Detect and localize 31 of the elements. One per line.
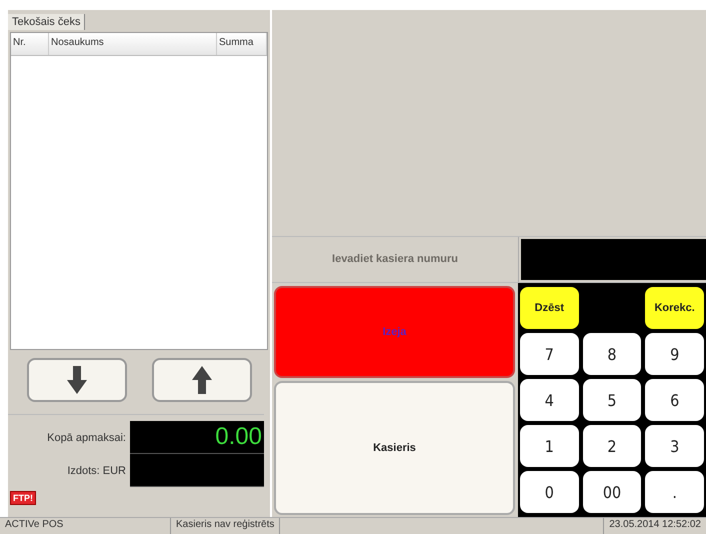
total-display: 0.00	[130, 421, 264, 454]
status-badge: FTP!	[10, 491, 36, 505]
number-key[interactable]: 2	[582, 425, 642, 467]
number-key[interactable]: 8	[582, 333, 642, 375]
status-text: ACTIVe POS	[0, 518, 171, 534]
number-key[interactable]: 3	[645, 425, 704, 467]
cashier-button[interactable]: Kasieris	[274, 381, 515, 515]
status-text: 23.05.2014 12:52:02	[603, 518, 706, 534]
status-text: Kasieris nav reģistrēts	[171, 518, 280, 534]
number-key[interactable]: 9	[645, 333, 704, 375]
number-key[interactable]: 00	[582, 471, 642, 513]
number-key[interactable]: 4	[520, 379, 579, 421]
arrow-down-icon	[66, 366, 86, 394]
number-key[interactable]: 0	[520, 471, 579, 513]
number-key[interactable]: 1	[520, 425, 579, 467]
number-key[interactable]: 7	[520, 333, 579, 375]
column-header[interactable]: Nr.	[11, 33, 49, 55]
total-label: Kopā apmaksai:	[46, 430, 127, 446]
number-key[interactable]: .	[645, 471, 704, 513]
number-key[interactable]: 5	[582, 379, 642, 421]
total-label: Izdots: EUR	[66, 464, 127, 478]
column-header[interactable]: Summa	[217, 33, 267, 55]
receipt-tab[interactable]: Tekošais čeks	[8, 14, 86, 30]
scroll-down-button[interactable]	[26, 358, 126, 402]
arrow-up-icon	[192, 366, 212, 394]
scroll-up-button[interactable]	[152, 358, 252, 402]
prompt-label: Ievadiet kasiera numuru	[272, 236, 519, 282]
function-key[interactable]: Dzēst	[520, 287, 579, 329]
number-key[interactable]: 6	[645, 379, 704, 421]
function-key[interactable]: Korekc.	[645, 287, 704, 329]
column-header[interactable]: Nosaukums	[49, 33, 217, 55]
